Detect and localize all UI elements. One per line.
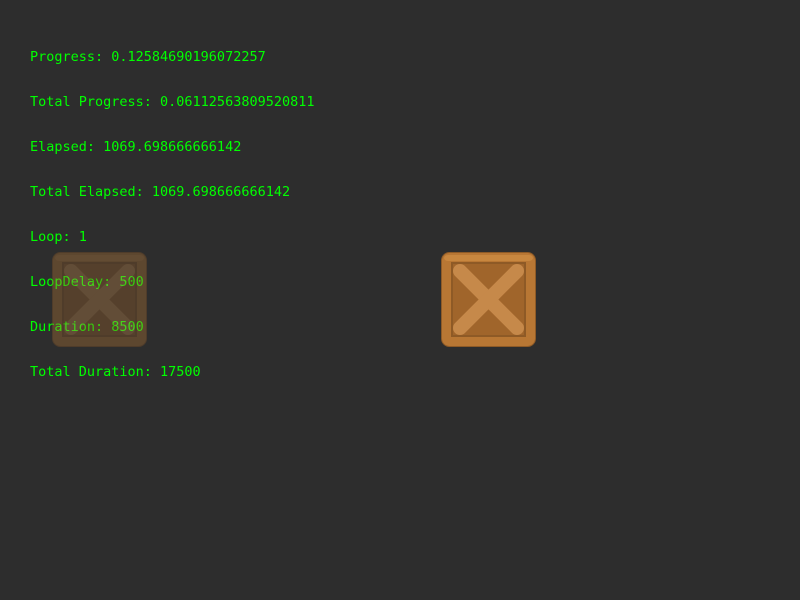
crate-icon: [441, 252, 536, 347]
total-elapsed-text: Total Elapsed: 1069.698666666142: [30, 184, 291, 200]
game-canvas: Progress: 0.12584690196072257 Total Prog…: [0, 0, 800, 600]
crate-ghost-sprite: [52, 252, 147, 347]
progress-text: Progress: 0.12584690196072257: [30, 49, 266, 65]
total-progress-text: Total Progress: 0.06112563809520811: [30, 94, 315, 110]
elapsed-text: Elapsed: 1069.698666666142: [30, 139, 242, 155]
tween-debug-readout: Progress: 0.12584690196072257 Total Prog…: [30, 20, 314, 410]
total-duration-text: Total Duration: 17500: [30, 364, 201, 380]
crate-sprite: [441, 252, 536, 347]
loop-text: Loop: 1: [30, 229, 87, 245]
crate-icon: [52, 252, 147, 347]
